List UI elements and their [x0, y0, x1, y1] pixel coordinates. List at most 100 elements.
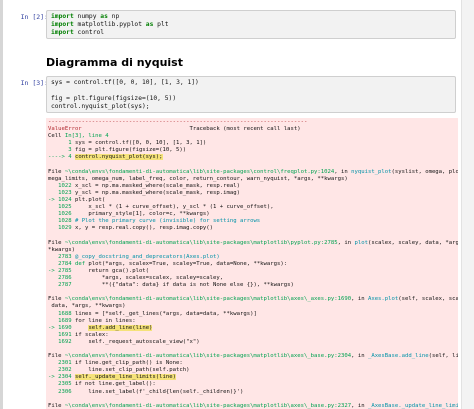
- traceback-line: File ~\conda\envs\fondamenti-di-automati…: [48, 239, 458, 247]
- traceback-line: -> 2785 return gca().plot(: [48, 268, 456, 275]
- traceback-segment: for line in lines:: [74, 317, 136, 324]
- code-line: sys = control.tf([0, 0, 10], [1, 3, 1]): [51, 79, 199, 86]
- traceback-line: [48, 162, 456, 169]
- code-line: import control: [51, 29, 451, 37]
- traceback-segment: File: [48, 168, 65, 175]
- traceback-text: ----------------------------------------…: [46, 118, 458, 409]
- traceback-segment: 1029: [48, 225, 75, 232]
- traceback-segment: 2784: [48, 260, 75, 267]
- traceback-segment: line.set_clip_path(self.patch): [74, 367, 190, 374]
- traceback-segment: 1692: [48, 338, 75, 345]
- traceback-segment: , in: [337, 239, 355, 246]
- traceback-segment: 2786: [48, 275, 75, 282]
- traceback-segment: 1026: [48, 211, 75, 218]
- traceback-segment: *kwargs): [48, 246, 75, 253]
- traceback-segment: y_scl = np.ma.masked_where(scale_mask, r…: [74, 189, 240, 196]
- code-token: plt: [153, 21, 169, 28]
- traceback-segment: 2302: [48, 367, 75, 374]
- traceback-line: Cell In[3], line 4: [48, 133, 456, 140]
- traceback-segment: return gca().plot(: [74, 267, 150, 274]
- traceback-line: File ~\conda\envs\fondamenti-di-automati…: [48, 168, 458, 176]
- left-border: [0, 0, 3, 409]
- traceback-segment: ~\conda\envs\fondamenti-di-automatica\li…: [64, 168, 335, 175]
- traceback-segment: , in: [351, 402, 368, 409]
- traceback-segment: File: [48, 402, 65, 409]
- code-token: control: [73, 29, 105, 36]
- code-line: control.nyquist_plot(sys);: [51, 103, 150, 110]
- traceback-segment: 1025: [48, 204, 75, 211]
- code-cell-1[interactable]: import numpy as np import matplotlib.pypl…: [46, 10, 456, 39]
- traceback-line: 1688 lines = [*self._get_lines(*args, da…: [48, 311, 456, 318]
- traceback-line: 1028 # Plot the primary curve (invisible…: [48, 218, 456, 225]
- traceback-segment: if not line.get_label():: [74, 381, 156, 388]
- traceback-segment: @_copy_docstring_and_deprecators(Axes.pl…: [74, 253, 220, 260]
- code-cell-2[interactable]: sys = control.tf([0, 0, 10], [1, 3, 1]) …: [46, 76, 456, 113]
- traceback-segment: 2305: [48, 381, 75, 388]
- code-line: import numpy as np: [51, 13, 451, 21]
- traceback-line: 2786 *args, scalex=scalex, scaley=scaley…: [48, 275, 456, 282]
- traceback-segment: x_scl * (1 + curve_offset), y_scl * (1 +…: [74, 204, 274, 211]
- traceback-line: 1023 y_scl = np.ma.masked_where(scale_ma…: [48, 190, 456, 197]
- code-token: import: [51, 13, 74, 20]
- traceback-segment: ~\conda\envs\fondamenti-di-automatica\li…: [64, 239, 338, 246]
- traceback-segment: data, *args, **kwargs): [48, 303, 126, 310]
- traceback-line: 1025 x_scl * (1 + curve_offset), y_scl *…: [48, 204, 456, 211]
- traceback-segment: Cell: [48, 133, 65, 140]
- traceback-segment: ~\conda\envs\fondamenti-di-automatica\li…: [64, 296, 352, 303]
- traceback-line: ----> 4 control.nyquist_plot(sys);: [48, 154, 456, 161]
- traceback-line: 1022 x_scl = np.ma.masked_where(scale_ma…: [48, 183, 456, 190]
- traceback-segment: **({"data": data} if data is not None el…: [74, 282, 294, 289]
- traceback-line: 1691 if scalex:: [48, 332, 456, 339]
- traceback-segment: Axes.plot: [367, 296, 399, 303]
- traceback-segment: File: [48, 296, 65, 303]
- traceback-segment: -> 1690: [48, 324, 75, 331]
- traceback-segment: nyquist_plot: [351, 168, 392, 175]
- traceback-line: 2305 if not line.get_label():: [48, 381, 456, 388]
- traceback-segment: (syslist, omega, plot, o: [391, 168, 458, 175]
- traceback-segment: 1028: [48, 218, 75, 225]
- code-token: matplotlib.pyplot: [73, 21, 146, 28]
- traceback-segment: -> 2304: [48, 374, 75, 381]
- traceback-segment: 1022: [48, 182, 75, 189]
- traceback-line: mega_limits, omega_num, label_freq, colo…: [48, 176, 456, 183]
- traceback-segment: 2301: [48, 360, 75, 367]
- traceback-segment: sys = control.tf([0, 0, 10], [1, 3, 1]): [74, 140, 207, 147]
- traceback-line: -> 1024 plt.plot(: [48, 197, 456, 204]
- traceback-line: data, *args, **kwargs): [48, 303, 456, 310]
- traceback-segment: 3: [48, 147, 75, 154]
- traceback-segment: primary_style[1], color=c, **kwargs): [74, 211, 210, 218]
- traceback-segment: File: [48, 239, 65, 246]
- traceback-segment: 1689: [48, 317, 75, 324]
- cell-prompt-2: In [3]:: [20, 79, 48, 87]
- code-token: import: [51, 29, 74, 36]
- traceback-line: -> 2304 self._update_line_limits(line): [48, 374, 456, 381]
- traceback-line: 2302 line.set_clip_path(self.patch): [48, 367, 456, 374]
- traceback-line: 2301 if line.get_clip_path() is None:: [48, 360, 456, 367]
- traceback-segment: 1: [48, 140, 75, 147]
- traceback-line: [48, 289, 456, 296]
- traceback-segment: In[3], line 4: [64, 133, 109, 140]
- traceback-segment: Traceback (most recent call last): [81, 126, 301, 133]
- traceback-segment: self.add_line(line): [88, 324, 153, 331]
- right-scrollbar[interactable]: [461, 0, 474, 409]
- traceback-line: 1 sys = control.tf([0, 0, 10], [1, 3, 1]…: [48, 140, 456, 147]
- traceback-segment: ----------------------------------------…: [48, 119, 308, 125]
- traceback-line: [48, 396, 456, 403]
- code-token: as: [100, 13, 108, 20]
- traceback-line: 1692 self._request_autoscale_view("x"): [48, 339, 456, 346]
- traceback-line: 3 fig = plt.figure(figsize=(10, 5)): [48, 147, 456, 154]
- code-token: np: [107, 13, 120, 20]
- traceback-line: *kwargs): [48, 247, 456, 254]
- traceback-segment: fig = plt.figure(figsize=(10, 5)): [74, 147, 187, 154]
- traceback-line: 1689 for line in lines:: [48, 318, 456, 325]
- traceback-line: 2306 line.set_label(f'_child{len(self._c…: [48, 389, 456, 396]
- traceback-segment: -> 2785: [48, 267, 75, 274]
- traceback-line: 2783 @_copy_docstring_and_deprecators(Ax…: [48, 254, 456, 261]
- traceback-segment: line.set_label(f'_child{len(self._childr…: [74, 388, 244, 395]
- traceback-segment: self._request_autoscale_view("x"): [74, 338, 200, 345]
- traceback-segment: plt.plot(: [74, 197, 106, 204]
- code-line: fig = plt.figure(figsize=(10, 5)): [51, 95, 177, 102]
- traceback-segment: ~\conda\envs\fondamenti-di-automatica\li…: [64, 353, 352, 360]
- traceback-segment: plot(*args, scalex=True, scaley=True, da…: [85, 260, 288, 267]
